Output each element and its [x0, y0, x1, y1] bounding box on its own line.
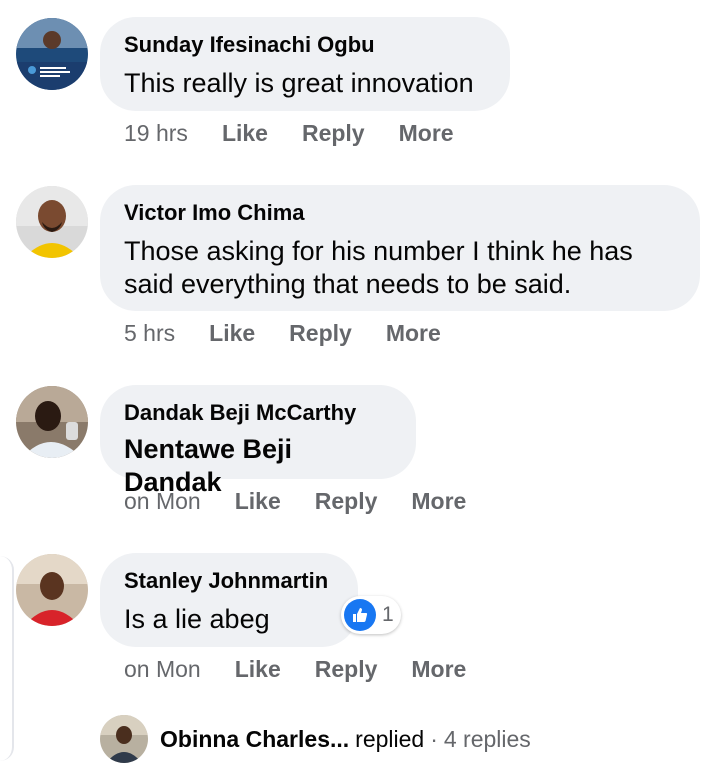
avatar[interactable] — [16, 18, 88, 90]
avatar[interactable] — [16, 186, 88, 258]
comment-author[interactable]: Sunday Ifesinachi Ogbu — [124, 31, 486, 59]
avatar[interactable] — [16, 386, 88, 458]
view-replies-link[interactable]: Obinna Charles... replied · 4 replies — [100, 714, 531, 764]
comment-timestamp[interactable]: 5 hrs — [124, 320, 175, 347]
comment-actions: on Mon Like Reply More — [124, 656, 500, 683]
reply-button[interactable]: Reply — [302, 120, 365, 147]
comment-actions: on Mon Like Reply More — [124, 488, 500, 515]
like-button[interactable]: Like — [235, 656, 281, 683]
reply-author: Obinna Charles... — [160, 725, 350, 752]
more-button[interactable]: More — [411, 488, 466, 515]
comment-bubble[interactable]: Stanley Johnmartin Is a lie abeg — [100, 553, 358, 647]
like-button[interactable]: Like — [235, 488, 281, 515]
comment-timestamp[interactable]: 19 hrs — [124, 120, 188, 147]
comments-thread: Sunday Ifesinachi Ogbu This really is gr… — [0, 0, 720, 769]
comment-actions: 19 hrs Like Reply More — [124, 120, 488, 147]
comment-author[interactable]: Stanley Johnmartin — [124, 567, 334, 595]
more-button[interactable]: More — [386, 320, 441, 347]
reaction-badge[interactable]: 1 — [341, 596, 401, 634]
comment-text: Is a lie abeg — [124, 604, 270, 634]
avatar — [100, 715, 148, 763]
comment-actions: 5 hrs Like Reply More — [124, 320, 475, 347]
like-button[interactable]: Like — [209, 320, 255, 347]
more-button[interactable]: More — [411, 656, 466, 683]
reply-button[interactable]: Reply — [315, 488, 378, 515]
reply-button[interactable]: Reply — [315, 656, 378, 683]
reply-button[interactable]: Reply — [289, 320, 352, 347]
comment-author[interactable]: Victor Imo Chima — [124, 199, 676, 227]
reply-count: 4 replies — [443, 725, 531, 752]
avatar[interactable] — [16, 554, 88, 626]
thumbs-up-icon — [344, 599, 376, 631]
separator: · — [430, 725, 438, 752]
comment-text: Those asking for his number I think he h… — [124, 236, 633, 299]
replied-label: replied — [355, 725, 425, 752]
comment-author[interactable]: Dandak Beji McCarthy — [124, 399, 392, 427]
thread-connector — [0, 556, 14, 761]
comment-text: This really is great innovation — [124, 68, 474, 98]
comment-timestamp[interactable]: on Mon — [124, 488, 201, 515]
reaction-count: 1 — [382, 603, 394, 626]
like-button[interactable]: Like — [222, 120, 268, 147]
comment-bubble[interactable]: Sunday Ifesinachi Ogbu This really is gr… — [100, 17, 510, 111]
more-button[interactable]: More — [399, 120, 454, 147]
comment-timestamp[interactable]: on Mon — [124, 656, 201, 683]
comment-bubble[interactable]: Dandak Beji McCarthy Nentawe Beji Dandak — [100, 385, 416, 497]
comment-bubble[interactable]: Victor Imo Chima Those asking for his nu… — [100, 185, 700, 311]
